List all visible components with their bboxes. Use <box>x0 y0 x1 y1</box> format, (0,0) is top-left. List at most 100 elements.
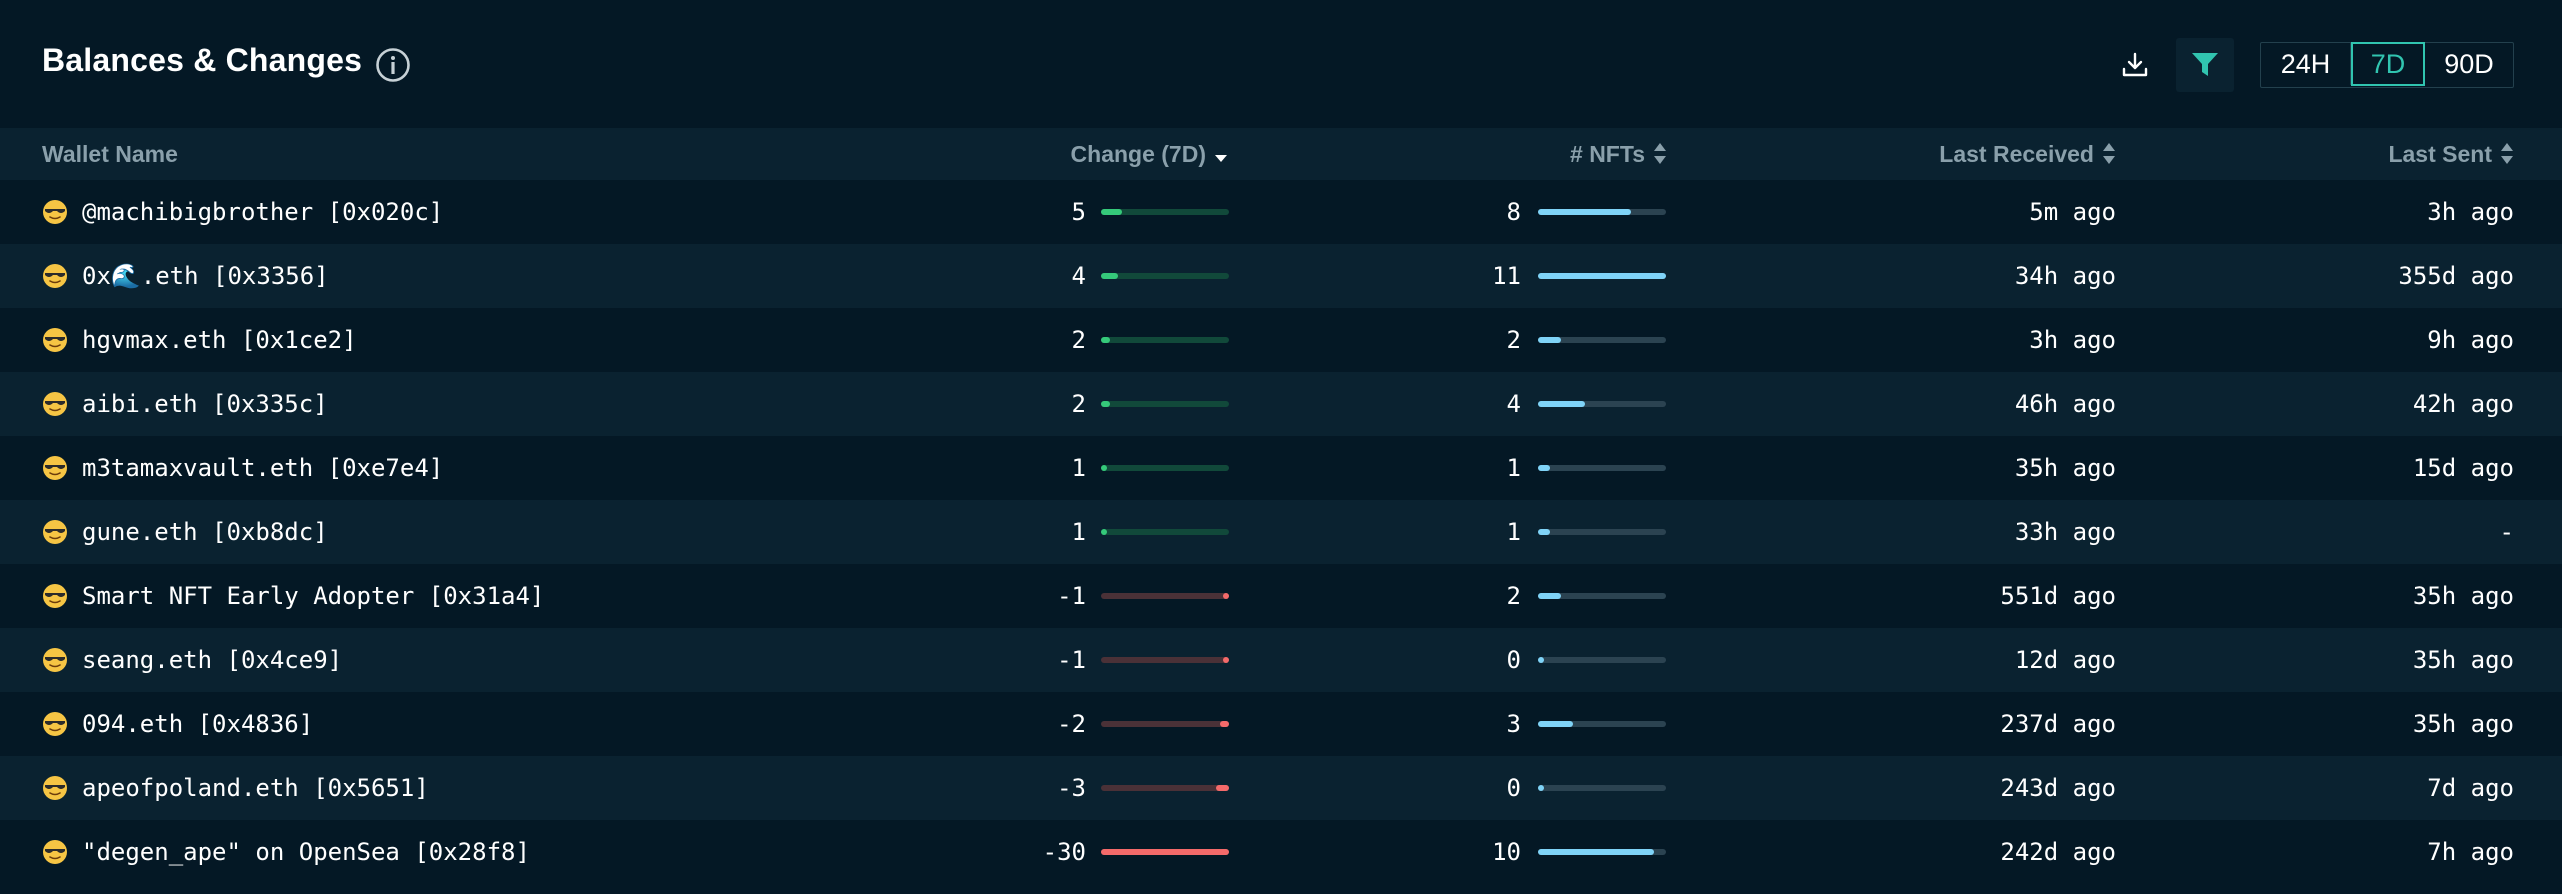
wallet-name: aibi.eth [0x335c] <box>82 390 328 418</box>
nfts-bar-fill <box>1538 273 1666 279</box>
change-bar-fill <box>1216 785 1229 791</box>
wallet-cell[interactable]: apeofpoland.eth [0x5651] <box>42 756 429 820</box>
column-header-last-sent[interactable]: Last Sent <box>2388 128 2514 180</box>
column-label-last-sent: Last Sent <box>2388 140 2492 167</box>
wallet-cell[interactable]: hgvmax.eth [0x1ce2] <box>42 308 357 372</box>
sunglasses-face-icon <box>43 712 67 736</box>
table-row[interactable]: m3tamaxvault.eth [0xe7e4] 1 1 35h ago 15d ag… <box>0 436 2562 500</box>
wallet-name: @machibigbrother [0x020c] <box>82 198 444 226</box>
last-received: 46h ago <box>2014 390 2116 418</box>
table-row[interactable]: hgvmax.eth [0x1ce2] 2 2 3h ago 9h ago <box>0 308 2562 372</box>
range-24h-button[interactable]: 24H <box>2261 43 2351 85</box>
last-sent: - <box>2499 518 2514 546</box>
change-bar-track <box>1101 337 1229 343</box>
last-received: 551d ago <box>2000 582 2116 610</box>
sunglasses-face-icon <box>43 264 67 288</box>
last-received: 33h ago <box>2014 518 2116 546</box>
table-row[interactable]: 094.eth [0x4836] -2 3 237d ago 35h ago <box>0 692 2562 756</box>
last-sent: 9h ago <box>2427 326 2514 354</box>
last-sent: 15d ago <box>2412 454 2514 482</box>
nfts-count: 2 <box>1506 582 1521 610</box>
wallet-cell[interactable]: Smart NFT Early Adopter [0x31a4] <box>42 564 544 628</box>
wallet-name: Smart NFT Early Adopter [0x31a4] <box>82 582 545 610</box>
last-received: 3h ago <box>2029 326 2116 354</box>
change-bar-track <box>1101 465 1229 471</box>
wallet-cell[interactable]: m3tamaxvault.eth [0xe7e4] <box>42 436 443 500</box>
sort-icon <box>1654 143 1666 164</box>
sunglasses-face-icon <box>43 200 67 224</box>
table-row[interactable]: "degen_ape" on OpenSea [0x28f8] -30 10 242d… <box>0 820 2562 884</box>
change-bar-fill <box>1101 465 1107 471</box>
wallet-name: 0x🌊.eth [0x3356] <box>82 262 329 290</box>
sort-desc-icon <box>1215 155 1227 162</box>
table-row[interactable]: gune.eth [0xb8dc] 1 1 33h ago - <box>0 500 2562 564</box>
wallet-cell[interactable]: "degen_ape" on OpenSea [0x28f8] <box>42 820 530 884</box>
table-row[interactable]: @machibigbrother [0x020c] 5 8 5m ago 3h ago <box>0 180 2562 244</box>
table-row[interactable]: aibi.eth [0x335c] 2 4 46h ago 42h ago <box>0 372 2562 436</box>
range-90d-button[interactable]: 90D <box>2425 43 2513 85</box>
wallet-cell[interactable]: seang.eth [0x4ce9] <box>42 628 342 692</box>
nfts-bar-fill <box>1538 529 1550 535</box>
change-bar-track <box>1101 721 1229 727</box>
last-received: 242d ago <box>2000 838 2116 866</box>
wallet-cell[interactable]: @machibigbrother [0x020c] <box>42 180 443 244</box>
column-header-nfts[interactable]: # NFTs <box>1570 128 1667 180</box>
nfts-count: 3 <box>1506 710 1521 738</box>
change-value: 2 <box>1071 390 1086 418</box>
wallet-name: seang.eth [0x4ce9] <box>82 646 343 674</box>
change-bar-fill <box>1223 593 1229 599</box>
table-header: Wallet Name Change (7D) # NFTs Last Rece… <box>0 128 2562 180</box>
nfts-bar-track <box>1538 529 1666 535</box>
last-received: 35h ago <box>2014 454 2116 482</box>
download-button[interactable] <box>2110 42 2160 88</box>
change-value: -2 <box>1057 710 1086 738</box>
info-icon[interactable] <box>375 47 411 83</box>
column-label-nfts: # NFTs <box>1570 140 1645 167</box>
last-sent: 3h ago <box>2427 198 2514 226</box>
panel-header: Balances & Changes 24H 7D 90D <box>0 0 2562 128</box>
column-label-last-received: Last Received <box>1939 140 2094 167</box>
change-bar-fill <box>1101 401 1110 407</box>
wallet-cell[interactable]: aibi.eth [0x335c] <box>42 372 328 436</box>
nfts-count: 8 <box>1506 198 1521 226</box>
last-received: 5m ago <box>2029 198 2116 226</box>
nfts-bar-track <box>1538 465 1666 471</box>
nfts-count: 4 <box>1506 390 1521 418</box>
sunglasses-face-icon <box>43 392 67 416</box>
change-bar-fill <box>1101 337 1110 343</box>
last-sent: 7h ago <box>2427 838 2514 866</box>
last-sent: 42h ago <box>2412 390 2514 418</box>
table-row[interactable]: Smart NFT Early Adopter [0x31a4] -1 2 551d … <box>0 564 2562 628</box>
last-sent: 35h ago <box>2412 582 2514 610</box>
wallet-cell[interactable]: 094.eth [0x4836] <box>42 692 313 756</box>
nfts-bar-fill <box>1538 465 1550 471</box>
wallet-name: gune.eth [0xb8dc] <box>82 518 328 546</box>
table-row[interactable]: apeofpoland.eth [0x5651] -3 0 243d ago 7d ag… <box>0 756 2562 820</box>
filter-button[interactable] <box>2176 38 2234 92</box>
wallet-cell[interactable]: 0x🌊.eth [0x3356] <box>42 244 329 308</box>
change-value: 4 <box>1071 262 1086 290</box>
change-value: 1 <box>1071 518 1086 546</box>
column-header-wallet[interactable]: Wallet Name <box>42 128 178 180</box>
nfts-bar-fill <box>1538 209 1632 215</box>
column-header-last-received[interactable]: Last Received <box>1939 128 2116 180</box>
table-row[interactable]: seang.eth [0x4ce9] -1 0 12d ago 35h ago <box>0 628 2562 692</box>
range-7d-button[interactable]: 7D <box>2351 42 2425 86</box>
change-bar-fill <box>1220 721 1229 727</box>
nfts-bar-fill <box>1538 849 1655 855</box>
wallet-cell[interactable]: gune.eth [0xb8dc] <box>42 500 328 564</box>
sort-icon <box>2103 143 2115 164</box>
last-sent: 7d ago <box>2427 774 2514 802</box>
column-label-change: Change (7D) <box>1070 140 1206 167</box>
change-bar-track <box>1101 529 1229 535</box>
wallet-name: m3tamaxvault.eth [0xe7e4] <box>82 454 444 482</box>
panel-title: Balances & Changes <box>42 42 363 78</box>
table-row[interactable]: 0x🌊.eth [0x3356] 4 11 34h ago 355d ago <box>0 244 2562 308</box>
column-label-wallet: Wallet Name <box>42 140 178 167</box>
change-bar-fill <box>1223 657 1229 663</box>
download-icon <box>2122 52 2148 77</box>
sunglasses-face-icon <box>43 520 67 544</box>
column-header-change[interactable]: Change (7D) <box>1071 128 1228 180</box>
nfts-bar-fill <box>1538 337 1562 343</box>
sunglasses-face-icon <box>43 776 67 800</box>
